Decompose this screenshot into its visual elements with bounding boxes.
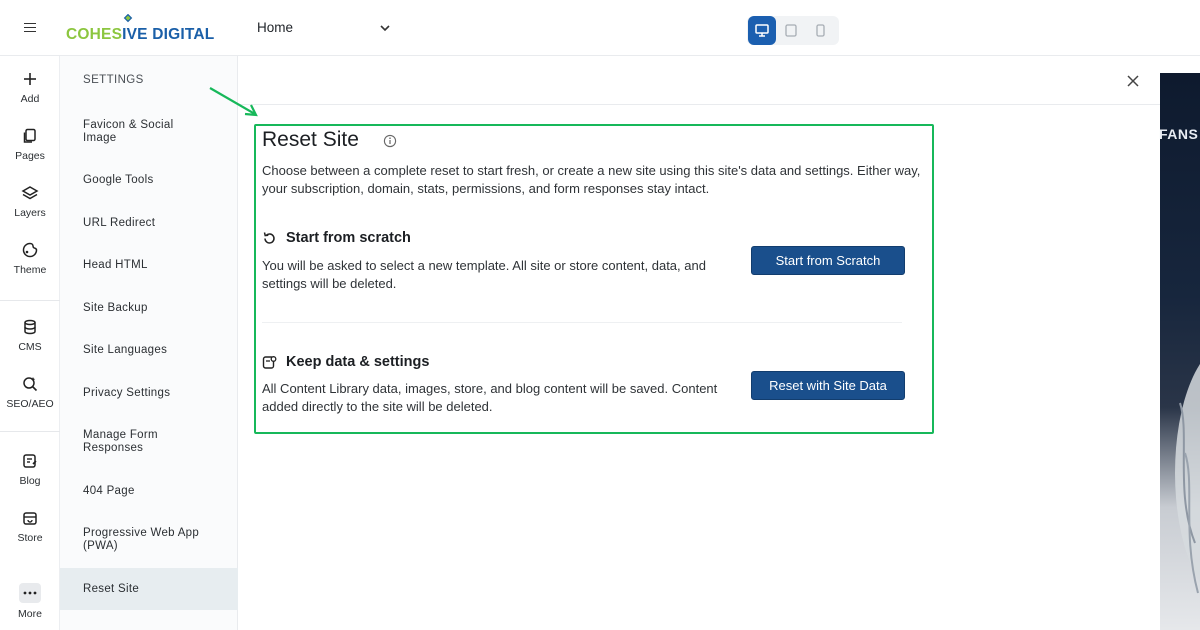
settings-item-404[interactable]: 404 Page	[60, 479, 238, 503]
rail-item-label: Theme	[13, 264, 47, 276]
data-settings-icon	[262, 356, 277, 369]
rail-item-cms[interactable]: CMS	[0, 318, 60, 368]
rail-item-label: Store	[17, 532, 43, 544]
refresh-icon	[263, 232, 275, 244]
more-icon	[19, 583, 41, 603]
settings-item-pwa[interactable]: Progressive Web App (PWA)	[60, 526, 210, 554]
settings-item-privacy[interactable]: Privacy Settings	[60, 381, 238, 405]
rail-item-add[interactable]: Add	[0, 70, 60, 120]
logo-text: COHESIVE DIGITAL	[66, 26, 215, 43]
device-switcher	[747, 16, 839, 45]
settings-item-form-responses[interactable]: Manage Form Responses	[60, 428, 200, 456]
start-from-scratch-button[interactable]: Start from Scratch	[751, 246, 905, 275]
settings-item-url-redirect[interactable]: URL Redirect	[60, 211, 238, 235]
mobile-view-button[interactable]	[806, 16, 834, 45]
top-bar: COHESIVE DIGITAL Home	[0, 0, 1200, 56]
rail-item-store[interactable]: Store	[0, 509, 60, 559]
store-icon	[23, 512, 37, 525]
page-select[interactable]: Home	[257, 19, 397, 41]
reset-description: Choose between a complete reset to start…	[262, 163, 921, 196]
desktop-view-button[interactable]	[748, 16, 776, 45]
preview-heading-text: FANS	[1159, 126, 1199, 142]
settings-item-site-languages[interactable]: Site Languages	[60, 338, 238, 362]
close-icon[interactable]	[1125, 73, 1141, 89]
keep-heading: Keep data & settings	[286, 354, 430, 370]
page-title: Reset Site	[262, 128, 359, 151]
settings-item-reset-site[interactable]: Reset Site	[60, 568, 238, 610]
rail-item-blog[interactable]: Blog	[0, 452, 60, 502]
layers-icon	[21, 186, 39, 200]
scratch-body: You will be asked to select a new templa…	[262, 258, 706, 291]
theme-icon	[22, 242, 38, 258]
seo-icon	[23, 377, 38, 392]
keep-body: All Content Library data, images, store,…	[262, 381, 718, 414]
rail-item-more[interactable]: More	[0, 583, 60, 630]
menu-icon[interactable]	[20, 20, 40, 40]
settings-item-site-backup[interactable]: Site Backup	[60, 296, 238, 320]
settings-item-head-html[interactable]: Head HTML	[60, 253, 238, 277]
rail-item-theme[interactable]: Theme	[0, 241, 60, 291]
rail-item-pages[interactable]: Pages	[0, 127, 60, 177]
rail-item-layers[interactable]: Layers	[0, 184, 60, 234]
rail-item-label: CMS	[18, 341, 42, 353]
annotation-arrow-icon	[209, 87, 258, 117]
database-icon	[24, 319, 36, 335]
info-icon[interactable]	[383, 134, 397, 148]
chevron-down-icon	[380, 25, 390, 32]
logo[interactable]: COHESIVE DIGITAL	[66, 14, 226, 44]
rail-item-label: Pages	[15, 150, 45, 162]
settings-item-google-tools[interactable]: Google Tools	[60, 168, 238, 192]
rail-item-label: More	[18, 608, 42, 620]
blog-icon	[23, 454, 37, 468]
tablet-view-button[interactable]	[777, 16, 805, 45]
rail-item-label: Layers	[14, 207, 46, 219]
rail-item-label: SEO/AEO	[6, 398, 54, 410]
rail-item-label: Blog	[19, 475, 41, 487]
left-rail: Add Pages Layers Theme CMS SEO/AEO Blog …	[0, 56, 60, 630]
mobile-icon	[815, 24, 825, 37]
rail-divider	[0, 300, 60, 301]
plus-icon	[24, 73, 36, 85]
page-select-value: Home	[257, 20, 294, 35]
site-preview-image	[1160, 73, 1200, 630]
section-divider	[262, 322, 902, 323]
rail-item-label: Add	[20, 93, 40, 105]
scratch-heading: Start from scratch	[286, 230, 411, 246]
settings-nav: SETTINGS Favicon & Social Image Google T…	[60, 56, 238, 630]
settings-heading: SETTINGS	[83, 74, 144, 86]
panel-header-divider	[238, 104, 1160, 105]
pages-icon	[23, 128, 36, 143]
rail-item-seo[interactable]: SEO/AEO	[0, 375, 60, 425]
desktop-icon	[755, 24, 769, 37]
rail-divider	[0, 431, 60, 432]
preview-shape	[1175, 364, 1200, 594]
reset-with-site-data-button[interactable]: Reset with Site Data	[751, 371, 905, 400]
settings-item-favicon[interactable]: Favicon & Social Image	[60, 118, 210, 146]
tablet-icon	[785, 24, 797, 37]
